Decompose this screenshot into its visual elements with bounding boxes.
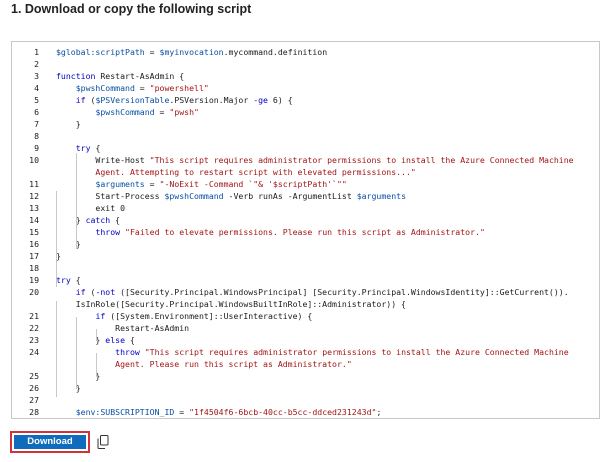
- line-number: 7: [34, 119, 39, 129]
- download-button[interactable]: Download: [14, 435, 86, 449]
- code-text: if ([System.Environment]::UserInteractiv…: [95, 311, 313, 321]
- line-number: 14: [29, 215, 39, 225]
- section-heading: 1. Download or copy the following script: [11, 2, 252, 16]
- line-number: 3: [34, 71, 39, 81]
- line-number: 27: [29, 395, 39, 405]
- line-number: 1: [34, 47, 39, 57]
- code-text: Write-Host "This script requires adminis…: [56, 155, 574, 165]
- copy-icon[interactable]: [97, 435, 109, 449]
- code-text: exit 0: [56, 203, 126, 213]
- indent-guide: [96, 353, 97, 377]
- script-code-block[interactable]: 1 $global:scriptPath = $myinvocation.myco…: [11, 41, 600, 419]
- code-text: try {: [56, 275, 81, 285]
- line-number: 16: [29, 239, 39, 249]
- code-text: Agent. Attempting to restart script with…: [56, 167, 416, 177]
- line-number: 12: [29, 191, 39, 201]
- line-number: 26: [29, 383, 39, 393]
- code-text: } catch {: [56, 215, 121, 225]
- line-number: 4: [34, 83, 39, 93]
- line-number: 18: [29, 263, 39, 273]
- line-number: 9: [34, 143, 39, 153]
- line-number: 19: [29, 275, 39, 285]
- code-text: }: [56, 371, 101, 381]
- line-number: 2: [34, 59, 39, 69]
- line-number: 11: [29, 179, 39, 189]
- line-number: 23: [29, 335, 39, 345]
- line-number: 20: [29, 287, 39, 297]
- line-number: 10: [29, 155, 39, 165]
- code-text: if (-not ([Security.Principal.WindowsPri…: [75, 287, 569, 297]
- line-number: 25: [29, 371, 39, 381]
- code-text: try {: [75, 143, 101, 153]
- line-number: 13: [29, 203, 39, 213]
- line-number: 15: [29, 227, 39, 237]
- code-text: IsInRole([Security.Principal.WindowsBuil…: [56, 299, 406, 309]
- line-number: 8: [34, 131, 39, 141]
- code-text: Agent. Please run this script as Adminis…: [56, 359, 352, 369]
- line-number: 17: [29, 251, 39, 261]
- code-text: throw "This script requires administrato…: [115, 347, 569, 357]
- code-text: $arguments = "-NoExit -Command `"& '$scr…: [95, 179, 347, 189]
- code-text: Start-Process $pwshCommand -Verb runAs -…: [56, 191, 406, 201]
- line-number: 21: [29, 311, 39, 321]
- code-text: function Restart-AsAdmin {: [56, 71, 185, 81]
- code-text: $env:SUBSCRIPTION_ID = "1f4504f6-6bcb-40…: [75, 407, 382, 417]
- line-number: 6: [34, 107, 39, 117]
- code-text: $pwshCommand = "powershell": [75, 83, 209, 93]
- indent-guide: [76, 317, 77, 389]
- line-number: 22: [29, 323, 39, 333]
- code-text: $pwshCommand = "pwsh": [95, 107, 199, 117]
- download-button-highlight: Download: [10, 431, 90, 453]
- code-text: if ($PSVersionTable.PSVersion.Major -ge …: [75, 95, 293, 105]
- indent-guide: [56, 191, 57, 287]
- line-number: 5: [34, 95, 39, 105]
- indent-guide: [96, 329, 97, 341]
- line-number: 28: [29, 407, 39, 417]
- line-number: 24: [29, 347, 39, 357]
- code-text: }: [56, 119, 81, 129]
- indent-guide: [76, 153, 77, 249]
- code-text: throw "Failed to elevate permissions. Pl…: [95, 227, 485, 237]
- code-text: $global:scriptPath = $myinvocation.mycom…: [56, 47, 328, 57]
- indent-guide: [56, 301, 57, 397]
